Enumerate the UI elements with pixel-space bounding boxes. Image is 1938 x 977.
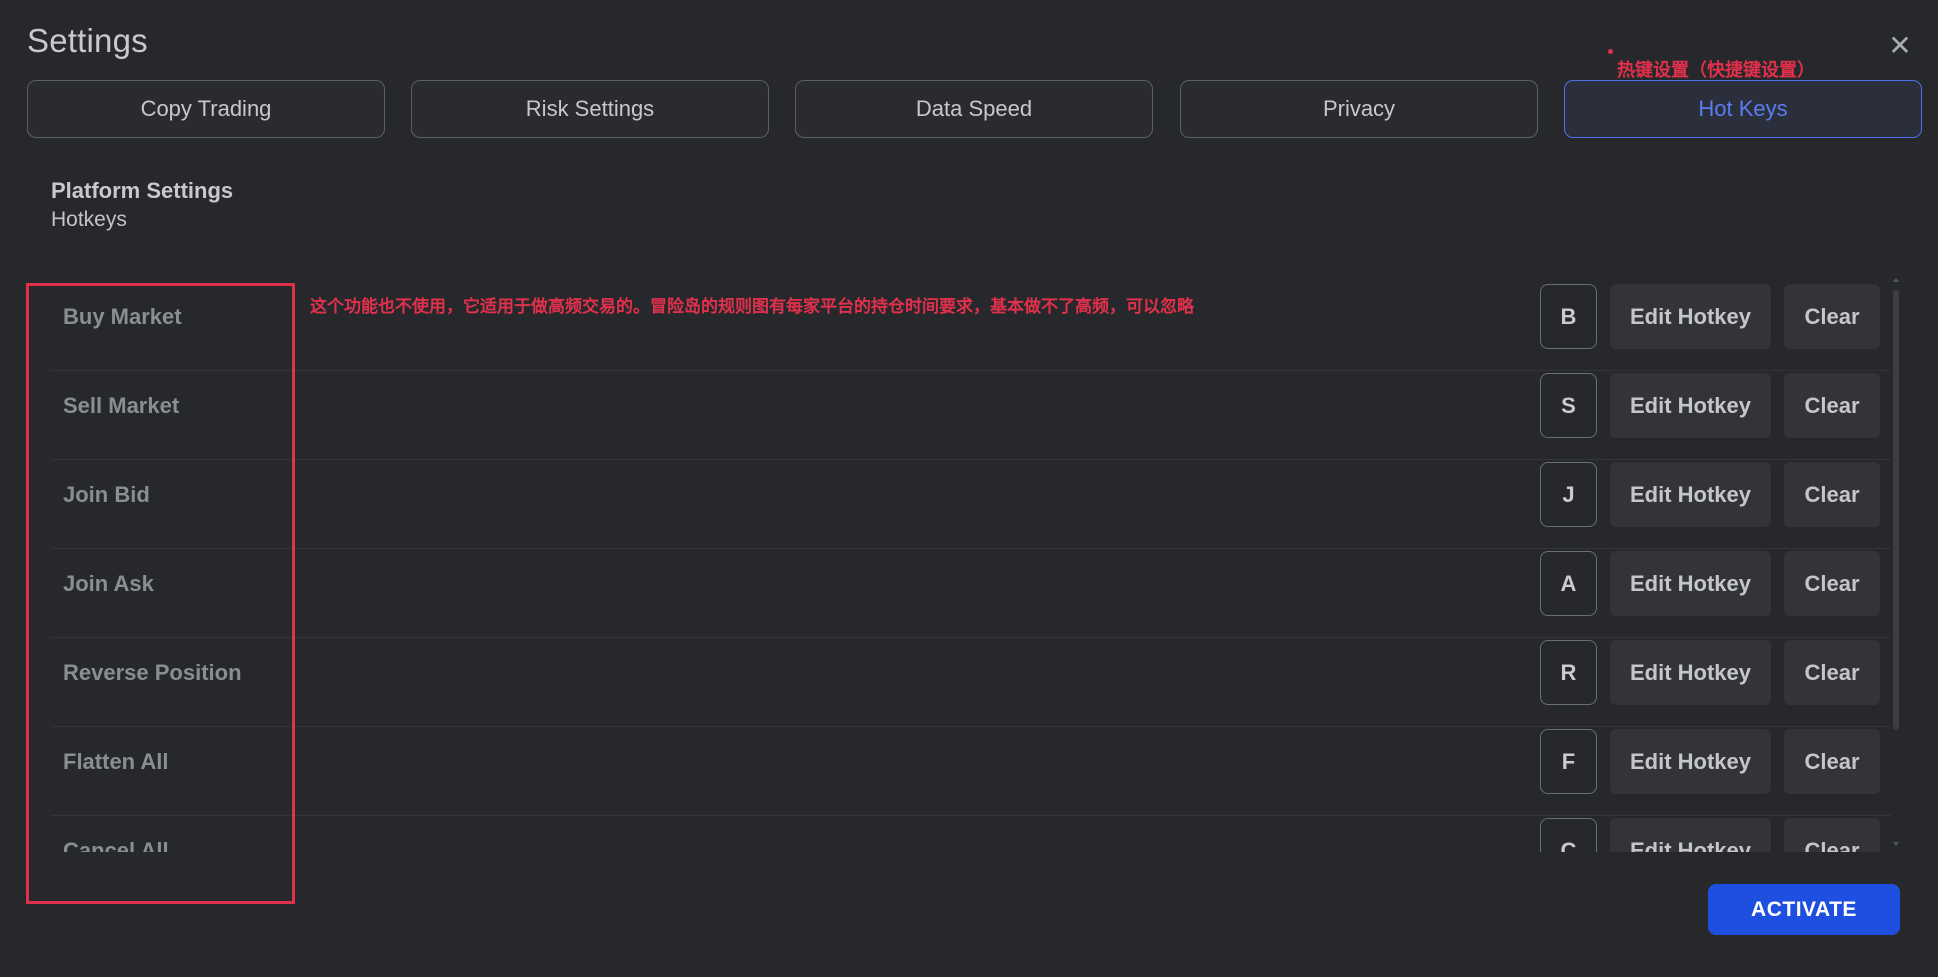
annotation-tab-note: 热键设置（快捷键设置）	[1617, 60, 1815, 80]
section-title: Platform Settings	[51, 178, 234, 203]
tab-privacy[interactable]: Privacy	[1180, 80, 1538, 138]
edit-hotkey-button[interactable]: Edit Hotkey	[1610, 284, 1771, 349]
clear-hotkey-button[interactable]: Clear	[1784, 462, 1880, 527]
hotkey-row: Flatten All F Edit Hotkey Clear	[51, 727, 1891, 816]
edit-hotkey-button[interactable]: Edit Hotkey	[1610, 462, 1771, 527]
edit-hotkey-button[interactable]: Edit Hotkey	[1610, 373, 1771, 438]
hotkey-key-badge: B	[1540, 284, 1597, 349]
section-subtitle: Hotkeys	[51, 208, 127, 231]
scroll-down-arrow-icon[interactable]	[1893, 842, 1899, 846]
annotation-highlight-box	[26, 283, 295, 904]
hotkey-key-badge: S	[1540, 373, 1597, 438]
hotkey-key-badge: F	[1540, 729, 1597, 794]
clear-hotkey-button[interactable]: Clear	[1784, 551, 1880, 616]
list-scrollbar[interactable]	[1893, 278, 1899, 852]
tab-hot-keys[interactable]: Hot Keys	[1564, 80, 1922, 138]
tab-copy-trading[interactable]: Copy Trading	[27, 80, 385, 138]
hotkey-list: Buy Market B Edit Hotkey Clear Sell Mark…	[51, 282, 1891, 852]
annotation-dot	[1608, 49, 1613, 54]
edit-hotkey-button[interactable]: Edit Hotkey	[1610, 640, 1771, 705]
edit-hotkey-button[interactable]: Edit Hotkey	[1610, 551, 1771, 616]
hotkey-row: Cancel All C Edit Hotkey Clear	[51, 816, 1891, 852]
annotation-row-note: 这个功能也不使用，它适用于做高频交易的。冒险岛的规则图有每家平台的持仓时间要求，…	[310, 297, 1194, 316]
clear-hotkey-button[interactable]: Clear	[1784, 729, 1880, 794]
scroll-thumb[interactable]	[1893, 290, 1899, 730]
hotkey-row: Join Bid J Edit Hotkey Clear	[51, 460, 1891, 549]
edit-hotkey-button[interactable]: Edit Hotkey	[1610, 729, 1771, 794]
clear-hotkey-button[interactable]: Clear	[1784, 373, 1880, 438]
hotkey-row: Sell Market S Edit Hotkey Clear	[51, 371, 1891, 460]
settings-title: Settings	[27, 22, 148, 59]
edit-hotkey-button[interactable]: Edit Hotkey	[1610, 818, 1771, 852]
activate-button[interactable]: ACTIVATE	[1708, 884, 1900, 935]
tab-risk-settings[interactable]: Risk Settings	[411, 80, 769, 138]
hotkey-key-badge: R	[1540, 640, 1597, 705]
close-icon[interactable]: ✕	[1880, 28, 1920, 64]
clear-hotkey-button[interactable]: Clear	[1784, 640, 1880, 705]
hotkey-row: Join Ask A Edit Hotkey Clear	[51, 549, 1891, 638]
hotkey-key-badge: C	[1540, 818, 1597, 852]
hotkey-key-badge: A	[1540, 551, 1597, 616]
clear-hotkey-button[interactable]: Clear	[1784, 818, 1880, 852]
scroll-up-arrow-icon[interactable]	[1893, 278, 1899, 282]
clear-hotkey-button[interactable]: Clear	[1784, 284, 1880, 349]
hotkey-row: Reverse Position R Edit Hotkey Clear	[51, 638, 1891, 727]
tab-data-speed[interactable]: Data Speed	[795, 80, 1153, 138]
hotkey-key-badge: J	[1540, 462, 1597, 527]
